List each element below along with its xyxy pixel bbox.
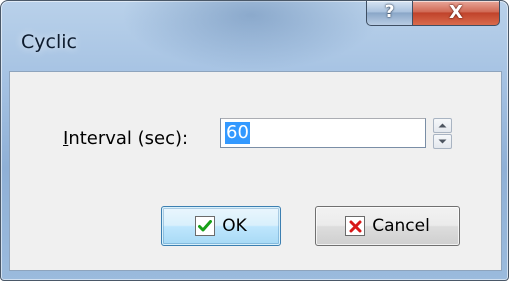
arrow-down-icon <box>438 139 447 144</box>
interval-value: 60 <box>225 122 250 144</box>
close-button[interactable]: X <box>413 1 500 26</box>
cancel-button-label: Cancel <box>372 216 430 236</box>
interval-label-text: nterval (sec): <box>68 128 189 149</box>
caption-buttons: ? X <box>366 1 500 26</box>
title-bar-glass <box>121 1 381 71</box>
spin-up-button[interactable] <box>433 118 452 133</box>
cancel-button[interactable]: Cancel <box>315 206 460 246</box>
interval-input[interactable]: 60 <box>220 118 426 148</box>
arrow-up-icon <box>438 123 447 128</box>
window-title: Cyclic <box>21 31 77 53</box>
ok-button[interactable]: OK <box>161 206 281 246</box>
x-icon <box>345 216 366 236</box>
help-icon: ? <box>384 2 395 22</box>
dialog-client-area: Interval (sec): 60 OK Cancel <box>9 71 502 271</box>
help-button[interactable]: ? <box>366 1 413 26</box>
close-icon: X <box>449 1 463 23</box>
interval-label: Interval (sec): <box>63 128 188 149</box>
check-icon <box>195 216 216 236</box>
spin-down-button[interactable] <box>433 134 452 149</box>
interval-spinner <box>433 118 452 149</box>
dialog-window: Cyclic ? X Interval (sec): 60 OK Cancel <box>0 0 509 281</box>
ok-button-label: OK <box>222 216 247 236</box>
